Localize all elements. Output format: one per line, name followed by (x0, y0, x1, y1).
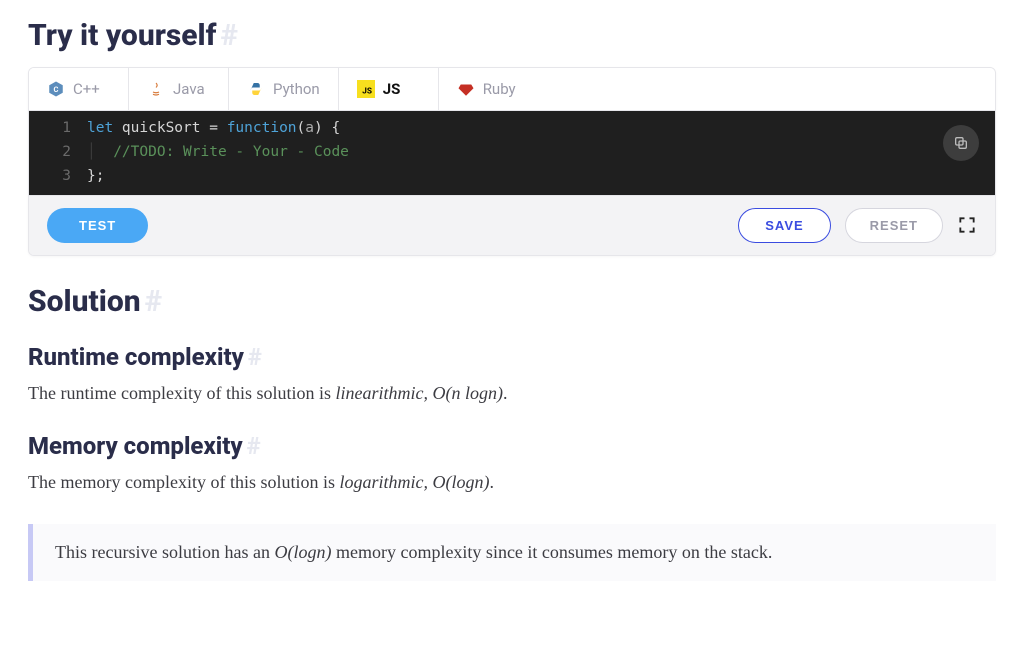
tab-label: C++ (73, 80, 100, 98)
heading-text: Solution (28, 284, 141, 319)
solution-heading: Solution# (28, 284, 996, 319)
tab-js[interactable]: JS JS (339, 68, 439, 110)
code-editor[interactable]: 1 let quickSort = function(a) { 2 │ //TO… (29, 111, 995, 195)
memory-heading: Memory complexity# (28, 432, 996, 460)
tab-label: Python (273, 80, 320, 98)
tab-label: Ruby (483, 80, 516, 98)
tab-python[interactable]: Python (229, 68, 339, 110)
runtime-heading: Runtime complexity# (28, 343, 996, 371)
try-it-yourself-heading: Try it yourself# (28, 18, 996, 53)
tab-ruby[interactable]: Ruby (439, 68, 539, 110)
tab-label: Java (173, 80, 205, 98)
fullscreen-icon[interactable] (957, 215, 977, 235)
code-line-1: 1 let quickSort = function(a) { (29, 117, 995, 141)
anchor-icon[interactable]: # (145, 284, 163, 319)
language-tabs: C C++ Java Python JS JS Ruby (29, 68, 995, 111)
heading-text: Try it yourself (28, 18, 216, 53)
cpp-icon: C (47, 80, 65, 98)
anchor-icon[interactable]: # (247, 432, 261, 460)
callout-note: This recursive solution has an O(logn) m… (28, 524, 996, 581)
tab-cpp[interactable]: C C++ (29, 68, 129, 110)
svg-text:C: C (54, 85, 59, 94)
test-button[interactable]: TEST (47, 208, 148, 243)
code-widget: C C++ Java Python JS JS Ruby (28, 67, 996, 256)
code-line-2: 2 │ //TODO: Write - Your - Code (29, 141, 995, 165)
heading-text: Runtime complexity (28, 343, 244, 371)
heading-text: Memory complexity (28, 432, 243, 460)
svg-text:JS: JS (362, 87, 372, 97)
code-line-3: 3 }; (29, 165, 995, 189)
runtime-paragraph: The runtime complexity of this solution … (28, 379, 996, 408)
python-icon (247, 80, 265, 98)
js-icon: JS (357, 80, 375, 98)
tab-java[interactable]: Java (129, 68, 229, 110)
ruby-icon (457, 80, 475, 98)
save-button[interactable]: SAVE (738, 208, 830, 243)
reset-button[interactable]: RESET (845, 208, 943, 243)
java-icon (147, 80, 165, 98)
memory-paragraph: The memory complexity of this solution i… (28, 468, 996, 497)
tab-label: JS (383, 80, 401, 98)
anchor-icon[interactable]: # (248, 343, 262, 371)
anchor-icon[interactable]: # (220, 18, 238, 53)
copy-button[interactable] (943, 125, 979, 161)
editor-toolbar: TEST SAVE RESET (29, 195, 995, 255)
